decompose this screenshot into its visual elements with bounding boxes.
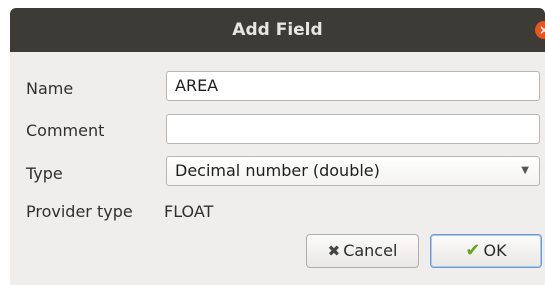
ok-button[interactable]: ✔ OK xyxy=(430,234,542,268)
ok-button-label: OK xyxy=(483,241,507,260)
title-bar: Add Field × xyxy=(10,8,545,52)
checkmark-icon: ✔ xyxy=(465,240,481,261)
name-label: Name xyxy=(26,79,74,98)
type-label: Type xyxy=(26,164,63,183)
close-icon: × xyxy=(538,23,545,37)
provider-type-label: Provider type xyxy=(26,202,133,221)
provider-type-value: FLOAT xyxy=(164,202,214,221)
type-select-value: Decimal number (double) xyxy=(175,161,380,180)
dialog-title: Add Field xyxy=(232,20,323,40)
name-field-value: AREA xyxy=(175,76,219,95)
name-field[interactable]: AREA xyxy=(166,71,540,101)
dialog-body: Name AREA Comment Type Decimal number (d… xyxy=(10,52,545,285)
type-select[interactable]: Decimal number (double) ▼ xyxy=(166,156,540,186)
cancel-button-label: Cancel xyxy=(343,241,398,260)
dropdown-arrow-icon: ▼ xyxy=(521,165,529,176)
comment-field[interactable] xyxy=(166,114,540,144)
cancel-button[interactable]: ✖ Cancel xyxy=(306,234,419,268)
comment-label: Comment xyxy=(26,121,105,140)
cancel-icon: ✖ xyxy=(327,242,341,260)
